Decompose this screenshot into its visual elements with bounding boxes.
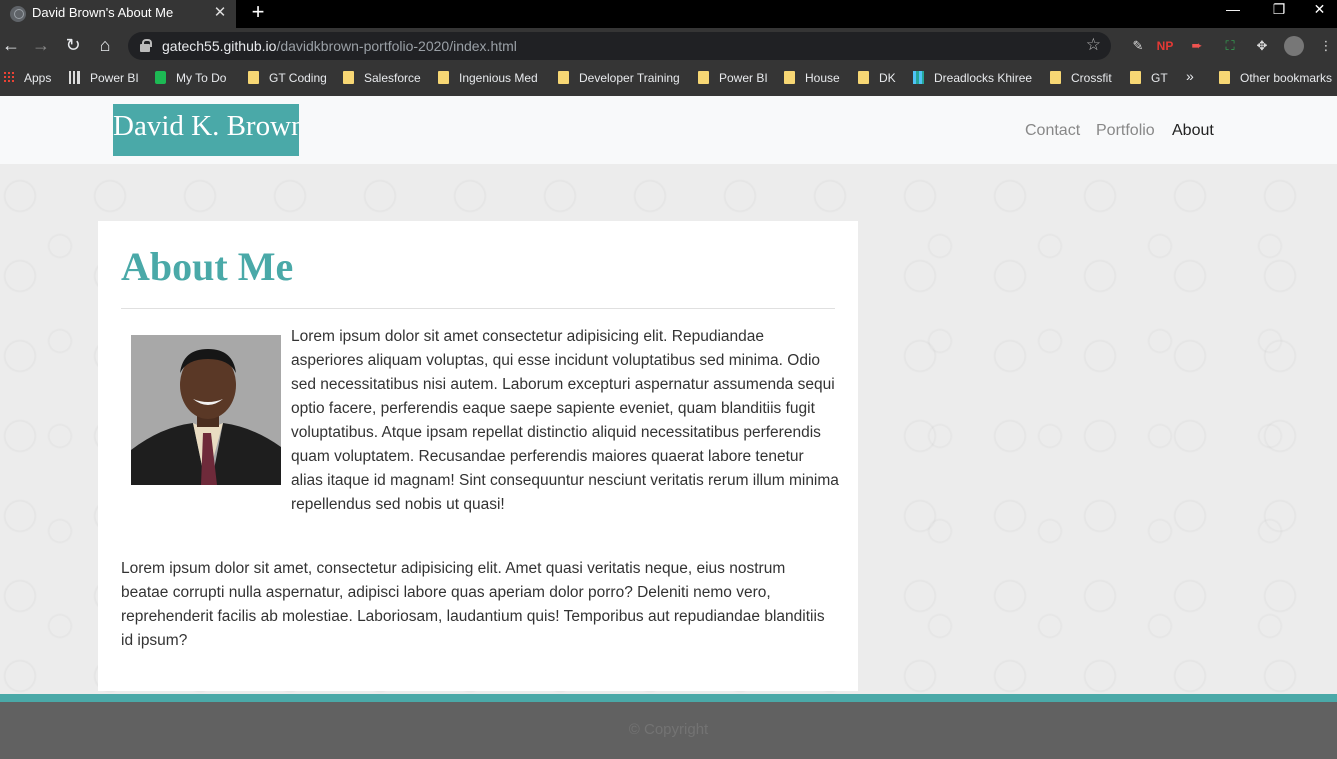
- brand-logo[interactable]: David K. Brown: [113, 104, 299, 156]
- bookmark-star-icon[interactable]: ☆: [1086, 35, 1101, 55]
- url-text[interactable]: gatech55.github.io/davidkbrown-portfolio…: [162, 38, 517, 54]
- folder-icon: [248, 71, 259, 84]
- bookmark-label: Dreadlocks Khiree: [934, 71, 1033, 85]
- close-window-icon[interactable]: ✕: [1302, 0, 1337, 28]
- lock-icon: [140, 39, 152, 52]
- bar-chart-icon: [69, 71, 80, 84]
- bookmark-label: Ingenious Med: [459, 71, 538, 85]
- bookmark-gt-coding[interactable]: GT Coding: [248, 71, 327, 89]
- bookmark-label: GT Coding: [269, 71, 327, 85]
- bookmark-power-bi-folder[interactable]: Power BI: [698, 71, 768, 89]
- browser-tab[interactable]: David Brown's About Me ✕: [0, 0, 236, 28]
- bookmark-label: Developer Training: [579, 71, 680, 85]
- footer-accent-bar: [0, 694, 1337, 702]
- browser-toolbar: ← → ↻ ⌂ gatech55.github.io/davidkbrown-p…: [0, 28, 1337, 64]
- bookmark-label: House: [805, 71, 840, 85]
- folder-icon: [698, 71, 709, 84]
- bookmark-gt[interactable]: GT: [1130, 71, 1168, 89]
- bookmark-label: Power BI: [90, 71, 139, 85]
- nav-contact[interactable]: Contact: [1025, 122, 1080, 140]
- restore-icon[interactable]: ❐: [1256, 0, 1302, 28]
- bookmark-label: Crossfit: [1071, 71, 1112, 85]
- bookmark-label: DK: [879, 71, 896, 85]
- extension-record-icon[interactable]: ➨: [1187, 36, 1207, 56]
- bookmark-power-bi[interactable]: Power BI: [69, 71, 139, 89]
- bookmark-salesforce[interactable]: Salesforce: [343, 71, 421, 89]
- portrait-illustration: [131, 335, 281, 485]
- folder-icon: [858, 71, 869, 84]
- bookmark-ingenious-med[interactable]: Ingenious Med: [438, 71, 538, 89]
- new-tab-button[interactable]: +: [248, 1, 268, 25]
- folder-icon: [1219, 71, 1230, 84]
- minimize-icon[interactable]: —: [1210, 0, 1256, 28]
- bookmark-label: Other bookmarks: [1240, 71, 1333, 85]
- bookmarks-bar: Apps Power BI My To Do GT Coding Salesfo…: [0, 64, 1337, 96]
- bookmark-apps[interactable]: Apps: [3, 71, 51, 89]
- copyright-text: © Copyright: [628, 721, 709, 738]
- nav-about[interactable]: About: [1172, 122, 1214, 140]
- about-card: About Me Lorem ipsum dolor sit amet cons…: [98, 221, 858, 691]
- globe-icon: [10, 6, 26, 22]
- bookmarks-overflow-icon[interactable]: »: [1186, 69, 1194, 87]
- folder-icon: [1130, 71, 1141, 84]
- profile-photo: [131, 335, 281, 485]
- bookmark-label: My To Do: [176, 71, 227, 85]
- divider: [121, 308, 835, 309]
- tab-title: David Brown's About Me: [32, 5, 174, 20]
- about-paragraph-1: Lorem ipsum dolor sit amet consectetur a…: [291, 328, 839, 513]
- todo-icon: [155, 71, 166, 84]
- page-viewport: David K. Brown Contact Portfolio About A…: [0, 96, 1337, 759]
- folder-icon: [784, 71, 795, 84]
- nav-portfolio[interactable]: Portfolio: [1096, 122, 1155, 140]
- back-arrow-icon[interactable]: ←: [0, 36, 22, 56]
- folder-icon: [558, 71, 569, 84]
- bookmark-label: Salesforce: [364, 71, 421, 85]
- bookmark-label: Power BI: [719, 71, 768, 85]
- extension-pen-icon[interactable]: ✎: [1128, 36, 1148, 56]
- site-icon: [913, 71, 924, 84]
- bookmark-dk[interactable]: DK: [858, 71, 896, 89]
- site-footer: © Copyright: [0, 702, 1337, 759]
- bookmark-dreadlocks-khiree[interactable]: Dreadlocks Khiree: [913, 71, 1032, 89]
- bookmark-crossfit[interactable]: Crossfit: [1050, 71, 1112, 89]
- bookmark-developer-training[interactable]: Developer Training: [558, 71, 680, 89]
- folder-icon: [343, 71, 354, 84]
- folder-icon: [438, 71, 449, 84]
- address-bar[interactable]: gatech55.github.io/davidkbrown-portfolio…: [128, 32, 1111, 60]
- extension-screenshot-icon[interactable]: ⛶: [1220, 36, 1240, 56]
- folder-icon: [1050, 71, 1061, 84]
- apps-grid-icon: [3, 71, 14, 84]
- site-header: David K. Brown Contact Portfolio About: [0, 96, 1337, 164]
- avatar[interactable]: [1284, 36, 1304, 56]
- reload-icon[interactable]: ↻: [62, 36, 84, 56]
- puzzle-icon[interactable]: ✥: [1252, 36, 1272, 56]
- bookmark-label: Apps: [24, 71, 52, 85]
- menu-kebab-icon[interactable]: ⋮: [1316, 36, 1336, 56]
- tab-strip: David Brown's About Me ✕ + — ❐ ✕: [0, 0, 1337, 28]
- bookmark-my-to-do[interactable]: My To Do: [155, 71, 226, 89]
- bookmark-label: GT: [1151, 71, 1168, 85]
- url-host: gatech55.github.io: [162, 38, 277, 54]
- forward-arrow-icon[interactable]: →: [30, 36, 52, 56]
- home-icon[interactable]: ⌂: [94, 36, 116, 56]
- bookmark-other-bookmarks[interactable]: Other bookmarks: [1219, 71, 1332, 89]
- url-path: /davidkbrown-portfolio-2020/index.html: [276, 38, 517, 54]
- page-title: About Me: [121, 244, 294, 289]
- extension-np-icon[interactable]: NP: [1155, 36, 1175, 56]
- bookmark-house[interactable]: House: [784, 71, 840, 89]
- close-tab-icon[interactable]: ✕: [212, 3, 228, 23]
- about-paragraph-2: Lorem ipsum dolor sit amet, consectetur …: [121, 560, 825, 649]
